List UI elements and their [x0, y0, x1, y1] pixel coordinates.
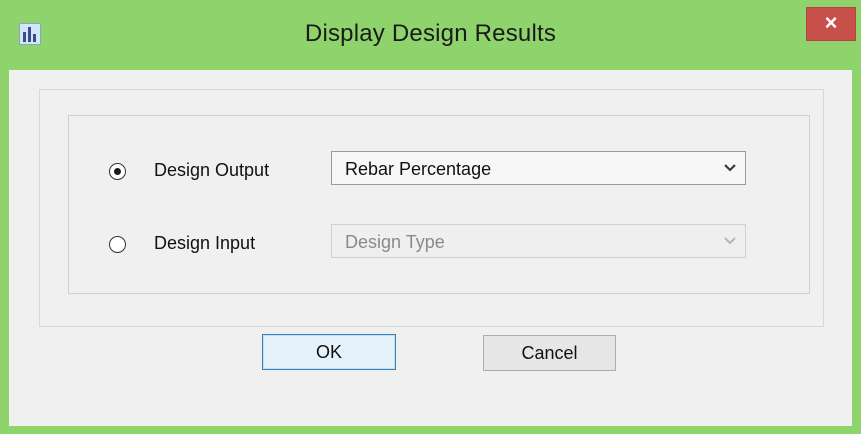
- ok-button[interactable]: OK: [262, 334, 396, 370]
- design-input-label[interactable]: Design Input: [154, 233, 255, 254]
- design-input-radio[interactable]: [109, 236, 126, 253]
- dialog-content: Design Output Rebar Percentage Design In…: [9, 70, 852, 426]
- design-output-select-value: Rebar Percentage: [345, 159, 492, 179]
- close-button[interactable]: ×: [806, 7, 856, 41]
- chevron-down-icon: [724, 164, 736, 172]
- design-output-radio[interactable]: [109, 163, 126, 180]
- title-bar[interactable]: Display Design Results ×: [0, 0, 861, 70]
- design-input-select: Design Type: [331, 224, 746, 258]
- radio-selected-dot: [114, 168, 121, 175]
- cancel-button[interactable]: Cancel: [483, 335, 616, 371]
- options-group: [68, 115, 810, 294]
- dialog-title: Display Design Results: [304, 20, 557, 47]
- dialog-window: Display Design Results × Design Output R…: [0, 0, 861, 434]
- close-icon: ×: [824, 10, 838, 35]
- design-output-label[interactable]: Design Output: [154, 160, 269, 181]
- design-output-select[interactable]: Rebar Percentage: [331, 151, 746, 185]
- design-input-select-value: Design Type: [345, 232, 445, 252]
- chevron-down-icon: [724, 237, 736, 245]
